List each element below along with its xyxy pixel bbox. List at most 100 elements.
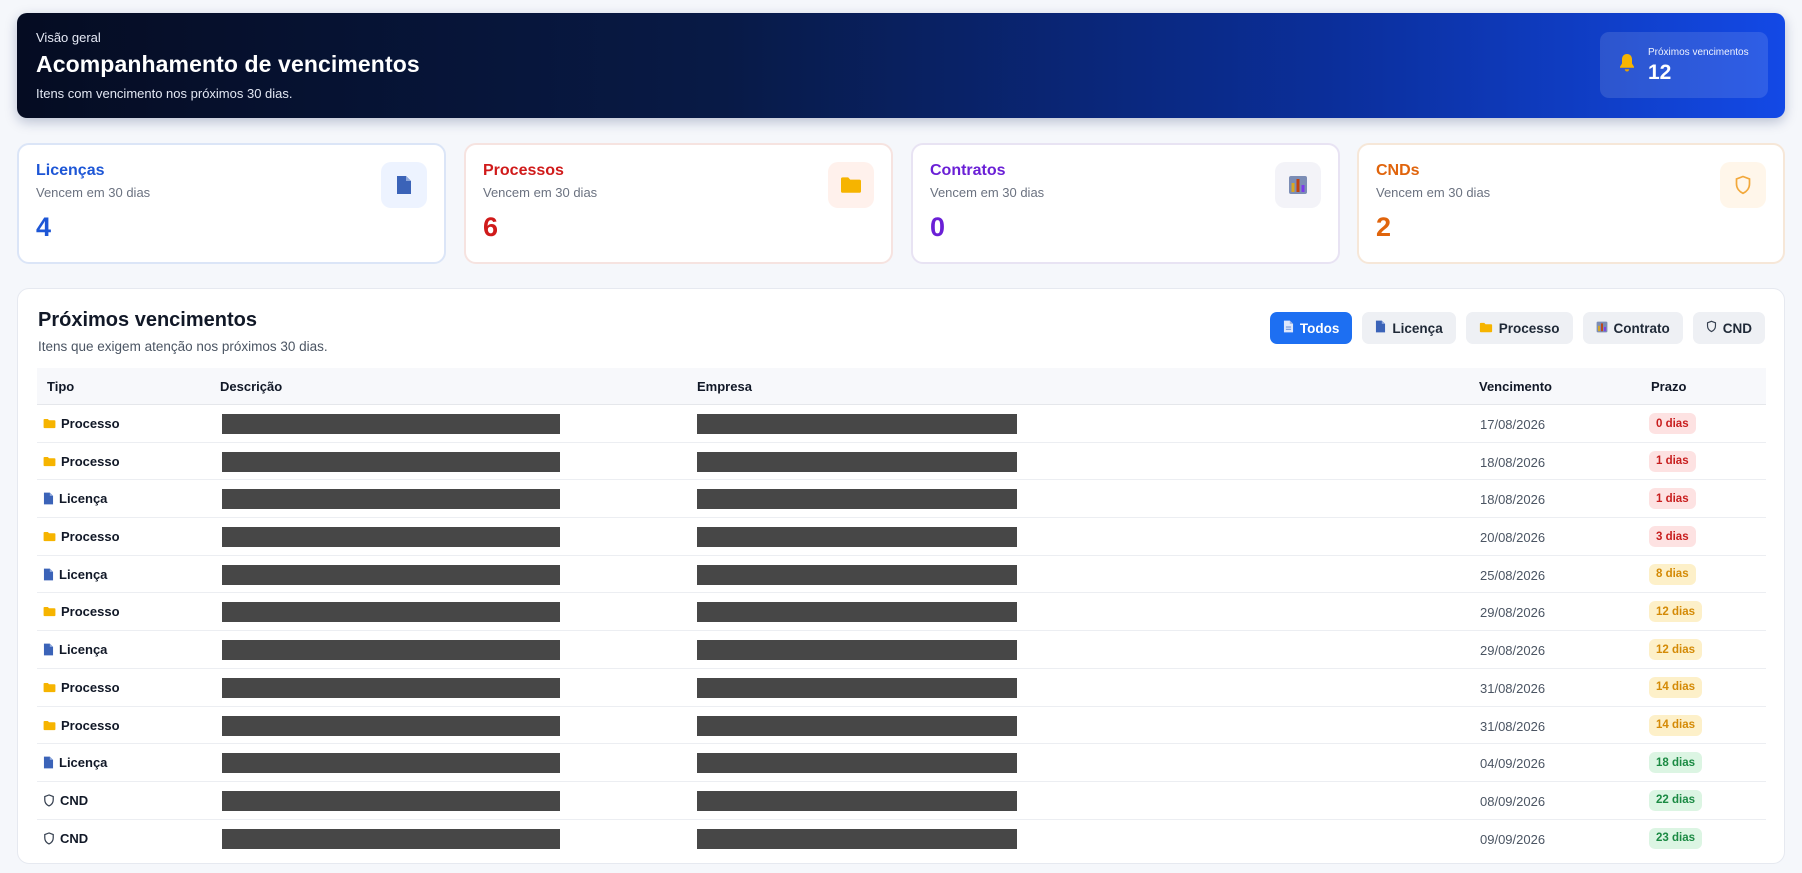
table-row[interactable]: Processo 31/08/2026 14 dias bbox=[37, 707, 1766, 745]
filter-group: Todos Licença Processo Contrato CND bbox=[1269, 312, 1765, 344]
prazo-badge: 22 dias bbox=[1649, 789, 1702, 811]
prazo-badge: 23 dias bbox=[1649, 827, 1702, 849]
redacted-descricao bbox=[222, 564, 560, 585]
row-tipo-label: Processo bbox=[61, 416, 120, 431]
row-tipo-label: Processo bbox=[61, 453, 120, 469]
row-tipo-label: CND bbox=[60, 830, 89, 846]
folder-icon bbox=[43, 720, 56, 731]
table-row[interactable]: CND 08/09/2026 22 dias bbox=[37, 782, 1766, 820]
filter-label: Todos bbox=[1299, 320, 1340, 336]
hero-eyebrow: Visão geral bbox=[36, 30, 101, 45]
table-row[interactable]: Licença 18/08/2026 1 dias bbox=[37, 480, 1766, 519]
row-vencimento: 18/08/2026 bbox=[1480, 492, 1546, 508]
card-title: Processos bbox=[483, 162, 564, 179]
row-tipo: Processo bbox=[43, 454, 120, 469]
document-icon bbox=[1375, 320, 1386, 336]
table-row[interactable]: Processo 18/08/2026 1 dias bbox=[37, 443, 1766, 481]
card-subtitle: Vencem em 30 dias bbox=[1376, 185, 1491, 200]
document-icon bbox=[43, 568, 54, 581]
redacted-empresa bbox=[697, 602, 1017, 623]
document-icon bbox=[43, 492, 54, 505]
table-row[interactable]: Licença 04/09/2026 18 dias bbox=[37, 744, 1766, 782]
folder-icon bbox=[43, 418, 56, 429]
row-tipo-label: Licença bbox=[59, 755, 108, 771]
filter-processo-button[interactable]: Processo bbox=[1465, 312, 1573, 344]
folder-icon bbox=[43, 531, 56, 542]
card-licencas[interactable]: Licenças Vencem em 30 dias 4 bbox=[17, 143, 446, 264]
row-tipo: Processo bbox=[43, 680, 120, 695]
document-icon bbox=[1283, 320, 1294, 336]
row-vencimento: 29/08/2026 bbox=[1480, 605, 1546, 621]
row-vencimento: 17/08/2026 bbox=[1480, 417, 1546, 432]
row-tipo: Processo bbox=[43, 416, 120, 431]
filter-label: Processo bbox=[1498, 320, 1560, 336]
row-vencimento: 20/08/2026 bbox=[1480, 530, 1546, 546]
row-tipo: Processo bbox=[43, 718, 120, 733]
redacted-descricao bbox=[222, 828, 560, 849]
filter-cnd-button[interactable]: CND bbox=[1692, 312, 1765, 344]
filter-licenca-button[interactable]: Licença bbox=[1362, 312, 1456, 344]
redacted-empresa bbox=[697, 677, 1017, 698]
table-row[interactable]: Processo 29/08/2026 12 dias bbox=[37, 593, 1766, 632]
filter-contrato-button[interactable]: Contrato bbox=[1582, 312, 1683, 344]
prazo-badge: 1 dias bbox=[1649, 488, 1696, 510]
table-row[interactable]: Licença 29/08/2026 12 dias bbox=[37, 631, 1766, 669]
document-icon bbox=[381, 162, 427, 208]
counter-value: 12 bbox=[1648, 61, 1672, 84]
card-value: 2 bbox=[1376, 212, 1392, 242]
row-tipo-label: Processo bbox=[61, 529, 120, 545]
prazo-badge: 12 dias bbox=[1649, 601, 1702, 623]
header-prazo: Prazo bbox=[1651, 379, 1687, 394]
redacted-descricao bbox=[222, 414, 560, 434]
table-body: Processo 17/08/2026 0 dias Processo 18/08/20… bbox=[37, 405, 1766, 857]
prazo-badge: 18 dias bbox=[1649, 752, 1702, 774]
deadlines-table: Tipo Descrição Empresa Vencimento Prazo … bbox=[37, 368, 1766, 857]
row-tipo: Licença bbox=[43, 567, 107, 582]
row-vencimento: 04/09/2026 bbox=[1480, 756, 1546, 772]
row-tipo: Licença bbox=[43, 642, 107, 657]
counter-label: Próximos vencimentos bbox=[1648, 47, 1749, 58]
row-vencimento: 31/08/2026 bbox=[1480, 718, 1546, 734]
document-icon bbox=[43, 643, 54, 656]
card-title: CNDs bbox=[1376, 162, 1420, 179]
redacted-empresa bbox=[697, 790, 1017, 811]
card-processos[interactable]: Processos Vencem em 30 dias 6 bbox=[464, 143, 893, 264]
row-vencimento: 08/09/2026 bbox=[1480, 793, 1546, 809]
card-value: 0 bbox=[930, 212, 946, 242]
table-row[interactable]: Processo 17/08/2026 0 dias bbox=[37, 405, 1766, 443]
shield-icon bbox=[1720, 162, 1766, 208]
prazo-badge: 12 dias bbox=[1649, 639, 1702, 661]
chart-icon bbox=[1596, 321, 1608, 336]
hero-subtitle: Itens com vencimento nos próximos 30 dia… bbox=[36, 86, 293, 101]
bell-icon bbox=[1618, 53, 1636, 78]
filter-todos-button[interactable]: Todos bbox=[1269, 312, 1353, 344]
row-tipo-label: Licença bbox=[59, 642, 108, 658]
card-title: Licenças bbox=[36, 162, 105, 179]
card-subtitle: Vencem em 30 dias bbox=[483, 185, 598, 200]
card-title: Contratos bbox=[930, 162, 1006, 179]
redacted-descricao bbox=[222, 677, 560, 698]
row-vencimento: 29/08/2026 bbox=[1480, 643, 1546, 659]
page-title: Acompanhamento de vencimentos bbox=[36, 51, 420, 77]
card-contratos[interactable]: Contratos Vencem em 30 dias 0 bbox=[911, 143, 1340, 264]
row-tipo: Licença bbox=[43, 491, 107, 506]
shield-icon bbox=[43, 831, 55, 845]
table-row[interactable]: CND 09/09/2026 23 dias bbox=[37, 820, 1766, 858]
redacted-empresa bbox=[697, 640, 1017, 661]
folder-icon bbox=[1479, 321, 1493, 336]
card-cnds[interactable]: CNDs Vencem em 30 dias 2 bbox=[1357, 143, 1785, 264]
upcoming-counter[interactable]: Próximos vencimentos 12 bbox=[1600, 32, 1768, 98]
redacted-empresa bbox=[697, 753, 1017, 774]
table-row[interactable]: Licença 25/08/2026 8 dias bbox=[37, 556, 1766, 594]
redacted-descricao bbox=[222, 715, 560, 736]
upcoming-panel: Próximos vencimentos Itens que exigem at… bbox=[17, 288, 1785, 864]
table-row[interactable]: Processo 31/08/2026 14 dias bbox=[37, 669, 1766, 707]
redacted-empresa bbox=[697, 715, 1017, 736]
panel-subtitle: Itens que exigem atenção nos próximos 30… bbox=[38, 339, 328, 354]
row-tipo-label: CND bbox=[60, 792, 89, 808]
redacted-descricao bbox=[222, 451, 560, 472]
table-row[interactable]: Processo 20/08/2026 3 dias bbox=[37, 518, 1766, 556]
shield-icon bbox=[43, 794, 55, 807]
filter-label: Licença bbox=[1392, 320, 1443, 336]
row-tipo: Processo bbox=[43, 529, 120, 544]
